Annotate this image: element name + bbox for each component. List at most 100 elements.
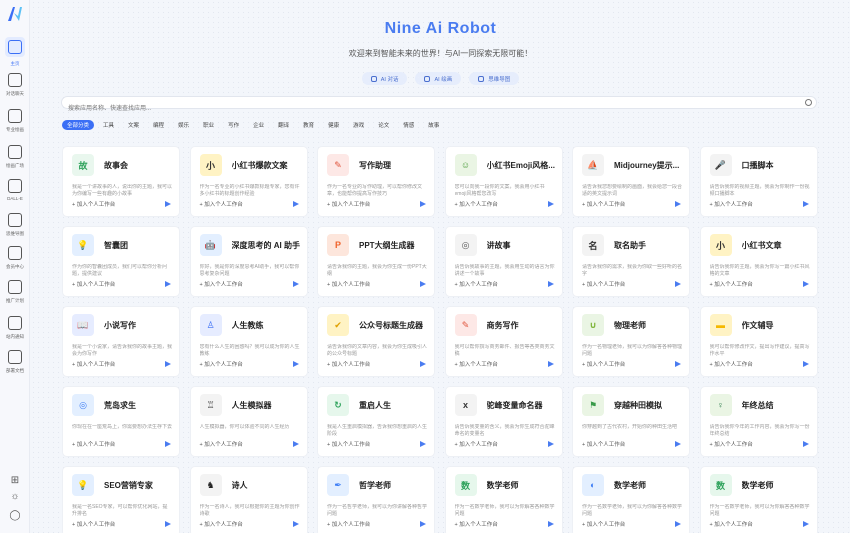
category-tab[interactable]: 编程: [148, 120, 169, 130]
send-icon[interactable]: [165, 521, 171, 527]
send-icon[interactable]: [675, 441, 681, 447]
send-icon[interactable]: [802, 281, 809, 287]
app-card[interactable]: 名 取名助手 请告诉我你的需求，我会为你取一些好听的名字 + 加入个人工作台: [572, 226, 690, 297]
category-tab[interactable]: 教育: [298, 120, 319, 130]
app-card[interactable]: ▬ 作文辅导 我可以帮你修改作文，提出写作建议，提高写作水平 + 加入个人工作台: [699, 306, 818, 377]
app-card[interactable]: ✔ 公众号标题生成器 请告诉我你的文章内容，我会为你生成吸引人的公众号标题 + 加入个…: [317, 306, 435, 377]
sidebar-item-gallery[interactable]: 绘画广场: [0, 145, 30, 169]
add-to-workspace-button[interactable]: + 加入个人工作台: [327, 360, 370, 368]
app-card[interactable]: ♙ 人生教练 您有什么人生的困惑吗？我可以成为你的人生教练 + 加入个人工作台: [189, 306, 308, 377]
app-card[interactable]: 💡 智囊团 作为你的智囊团成员，我们可以帮你分析问题，提供建议 + 加入个人工作台: [62, 226, 180, 297]
send-icon[interactable]: [420, 521, 426, 527]
app-card[interactable]: 故 故事会 我是一个讲故事的人，说出你的主题，我可以为你编写一些有趣的小故事 + 加入…: [62, 146, 180, 217]
sidebar-item-dalle[interactable]: DALL-E: [0, 179, 30, 202]
add-to-workspace-button[interactable]: + 加入个人工作台: [327, 520, 370, 528]
send-icon[interactable]: [802, 441, 809, 447]
send-icon[interactable]: [292, 281, 299, 287]
app-card[interactable]: 🎤 口播脚本 请告诉我你的视频主题，我会为你制作一份视频口播脚本 + 加入个人工作台: [699, 146, 818, 217]
add-to-workspace-button[interactable]: + 加入个人工作台: [455, 200, 498, 208]
theme-icon[interactable]: ☼: [9, 491, 21, 503]
user-icon[interactable]: ◯: [9, 510, 21, 522]
add-to-workspace-button[interactable]: + 加入个人工作台: [200, 200, 243, 208]
ai-draw-button[interactable]: AI 绘画: [415, 72, 462, 85]
app-card[interactable]: ✒ 哲学老师 作为一名哲学老师，我可以为你讲解各种哲学问题 + 加入个人工作台: [317, 466, 435, 533]
sidebar-item-docs[interactable]: 部署文档: [0, 350, 30, 374]
add-to-workspace-button[interactable]: + 加入个人工作台: [455, 520, 498, 528]
app-card[interactable]: 🤖 深度思考的 AI 助手 你好，我是你的深度思考AI助手，我可以帮你思考复杂问题 +…: [189, 226, 308, 297]
add-to-workspace-button[interactable]: + 加入个人工作台: [582, 200, 625, 208]
app-card[interactable]: ◎ 讲故事 请告诉我故事的主题，我会用生动的语言为你讲述一个故事 + 加入个人工作台: [444, 226, 563, 297]
category-tab[interactable]: 写作: [223, 120, 244, 130]
add-to-workspace-button[interactable]: + 加入个人工作台: [710, 200, 753, 208]
app-card[interactable]: x 驼峰变量命名器 请告诉我变量的含义，我会为你生成符合驼峰命名的变量名 + 加入个人…: [444, 386, 563, 457]
app-card[interactable]: ♞ 诗人 作为一名诗人，我可以根据你的主题为你创作诗歌 + 加入个人工作台: [189, 466, 308, 533]
send-icon[interactable]: [802, 361, 809, 367]
app-card[interactable]: 📖 小说写作 我是一个小说家，请告诉我你的故事主题，我会为你写作 + 加入个人工作台: [62, 306, 180, 377]
add-to-workspace-button[interactable]: + 加入个人工作台: [200, 280, 243, 288]
send-icon[interactable]: [292, 201, 299, 207]
app-card[interactable]: ⛵ Midjourney提示... 请告诉我您想要绘制的画面，我会给您一段合适的英文…: [572, 146, 690, 217]
send-icon[interactable]: [675, 201, 681, 207]
add-to-workspace-button[interactable]: + 加入个人工作台: [582, 440, 625, 448]
app-card[interactable]: ◎ 荒岛求生 你现在在一座荒岛上，你需要想办法生存下去 + 加入个人工作台: [62, 386, 180, 457]
sidebar-item-home[interactable]: 主页: [0, 37, 30, 67]
gift-icon[interactable]: ⊞: [9, 475, 21, 487]
add-to-workspace-button[interactable]: + 加入个人工作台: [455, 360, 498, 368]
send-icon[interactable]: [292, 521, 299, 527]
send-icon[interactable]: [165, 201, 171, 207]
send-icon[interactable]: [547, 281, 554, 287]
add-to-workspace-button[interactable]: + 加入个人工作台: [327, 440, 370, 448]
category-tab[interactable]: 情感: [398, 120, 419, 130]
send-icon[interactable]: [675, 361, 681, 367]
app-card[interactable]: ✎ 写作助理 作为一名专业的写作助理，可以帮你修改文章，也能帮你提高写作技巧 + 加入…: [317, 146, 435, 217]
sidebar-item-mindmap[interactable]: 思维导图: [0, 213, 30, 237]
category-tab[interactable]: 全部分类: [62, 120, 95, 130]
sidebar-item-notice[interactable]: 站内通知: [0, 316, 30, 340]
category-tab[interactable]: 文案: [123, 120, 144, 130]
send-icon[interactable]: [165, 441, 171, 447]
add-to-workspace-button[interactable]: + 加入个人工作台: [582, 520, 625, 528]
app-card[interactable]: ✎ 商务写作 我可以帮你撰写商务邮件、报告等各类商务文稿 + 加入个人工作台: [444, 306, 563, 377]
category-tab[interactable]: 论文: [373, 120, 394, 130]
app-card[interactable]: P PPT大纲生成器 请告诉我你的主题，我会为你生成一份PPT大纲 + 加入个人工作台: [317, 226, 435, 297]
add-to-workspace-button[interactable]: + 加入个人工作台: [72, 520, 115, 528]
send-icon[interactable]: [165, 361, 171, 367]
send-icon[interactable]: [547, 201, 554, 207]
sidebar-item-membership[interactable]: 会员中心: [0, 246, 30, 270]
mindmap-button[interactable]: 思维导图: [469, 72, 520, 85]
app-card[interactable]: 小小红书爆款文案 作为一名专业的小红书爆款标题专家，您有许多小红书的标题创作经验 +…: [189, 146, 308, 217]
category-tab[interactable]: 职业: [198, 120, 219, 130]
add-to-workspace-button[interactable]: + 加入个人工作台: [72, 280, 115, 288]
add-to-workspace-button[interactable]: + 加入个人工作台: [72, 200, 115, 208]
add-to-workspace-button[interactable]: + 加入个人工作台: [582, 360, 625, 368]
add-to-workspace-button[interactable]: + 加入个人工作台: [72, 440, 115, 448]
add-to-workspace-button[interactable]: + 加入个人工作台: [455, 440, 498, 448]
app-card[interactable]: 小小红书文章 请告诉我你的主题，我会为你写一篇小红书风格的文章 + 加入个人工作台: [699, 226, 818, 297]
app-card[interactable]: 💡 SEO营销专家 我是一名SEO专家，可以帮你优化网站，提升排名 + 加入个人工作台: [62, 466, 180, 533]
search-input[interactable]: [62, 103, 782, 115]
send-icon[interactable]: [292, 361, 299, 367]
add-to-workspace-button[interactable]: + 加入个人工作台: [710, 520, 753, 528]
category-tab[interactable]: 企业: [248, 120, 269, 130]
add-to-workspace-button[interactable]: + 加入个人工作台: [710, 440, 753, 448]
add-to-workspace-button[interactable]: + 加入个人工作台: [200, 440, 243, 448]
app-card[interactable]: 数数学老师 作为一名数学老师，我可以为你解答各种数学问题 + 加入个人工作台: [699, 466, 818, 533]
app-card[interactable]: ☺ 小红书Emoji风格... 您可以向我一段你的文案，我会用小红书emoji风格帮…: [444, 146, 563, 217]
send-icon[interactable]: [292, 441, 299, 447]
app-card[interactable]: ⚑ 穿越种田模拟 你穿越到了古代农村，开始你的种田生活吧 + 加入个人工作台: [572, 386, 690, 457]
send-icon[interactable]: [802, 521, 809, 527]
category-tab[interactable]: 娱乐: [173, 120, 194, 130]
category-tab[interactable]: 故事: [423, 120, 444, 130]
app-card[interactable]: ♖ 人生模拟器 人生模拟器，你可以体验不同的人生经历 + 加入个人工作台: [189, 386, 308, 457]
send-icon[interactable]: [165, 281, 171, 287]
add-to-workspace-button[interactable]: + 加入个人工作台: [327, 280, 370, 288]
add-to-workspace-button[interactable]: + 加入个人工作台: [710, 280, 753, 288]
send-icon[interactable]: [420, 201, 426, 207]
add-to-workspace-button[interactable]: + 加入个人工作台: [200, 520, 243, 528]
send-icon[interactable]: [420, 361, 426, 367]
category-tab[interactable]: 游戏: [348, 120, 369, 130]
send-icon[interactable]: [547, 361, 554, 367]
search-icon[interactable]: [805, 99, 812, 106]
category-tab[interactable]: 健康: [323, 120, 344, 130]
send-icon[interactable]: [675, 281, 681, 287]
